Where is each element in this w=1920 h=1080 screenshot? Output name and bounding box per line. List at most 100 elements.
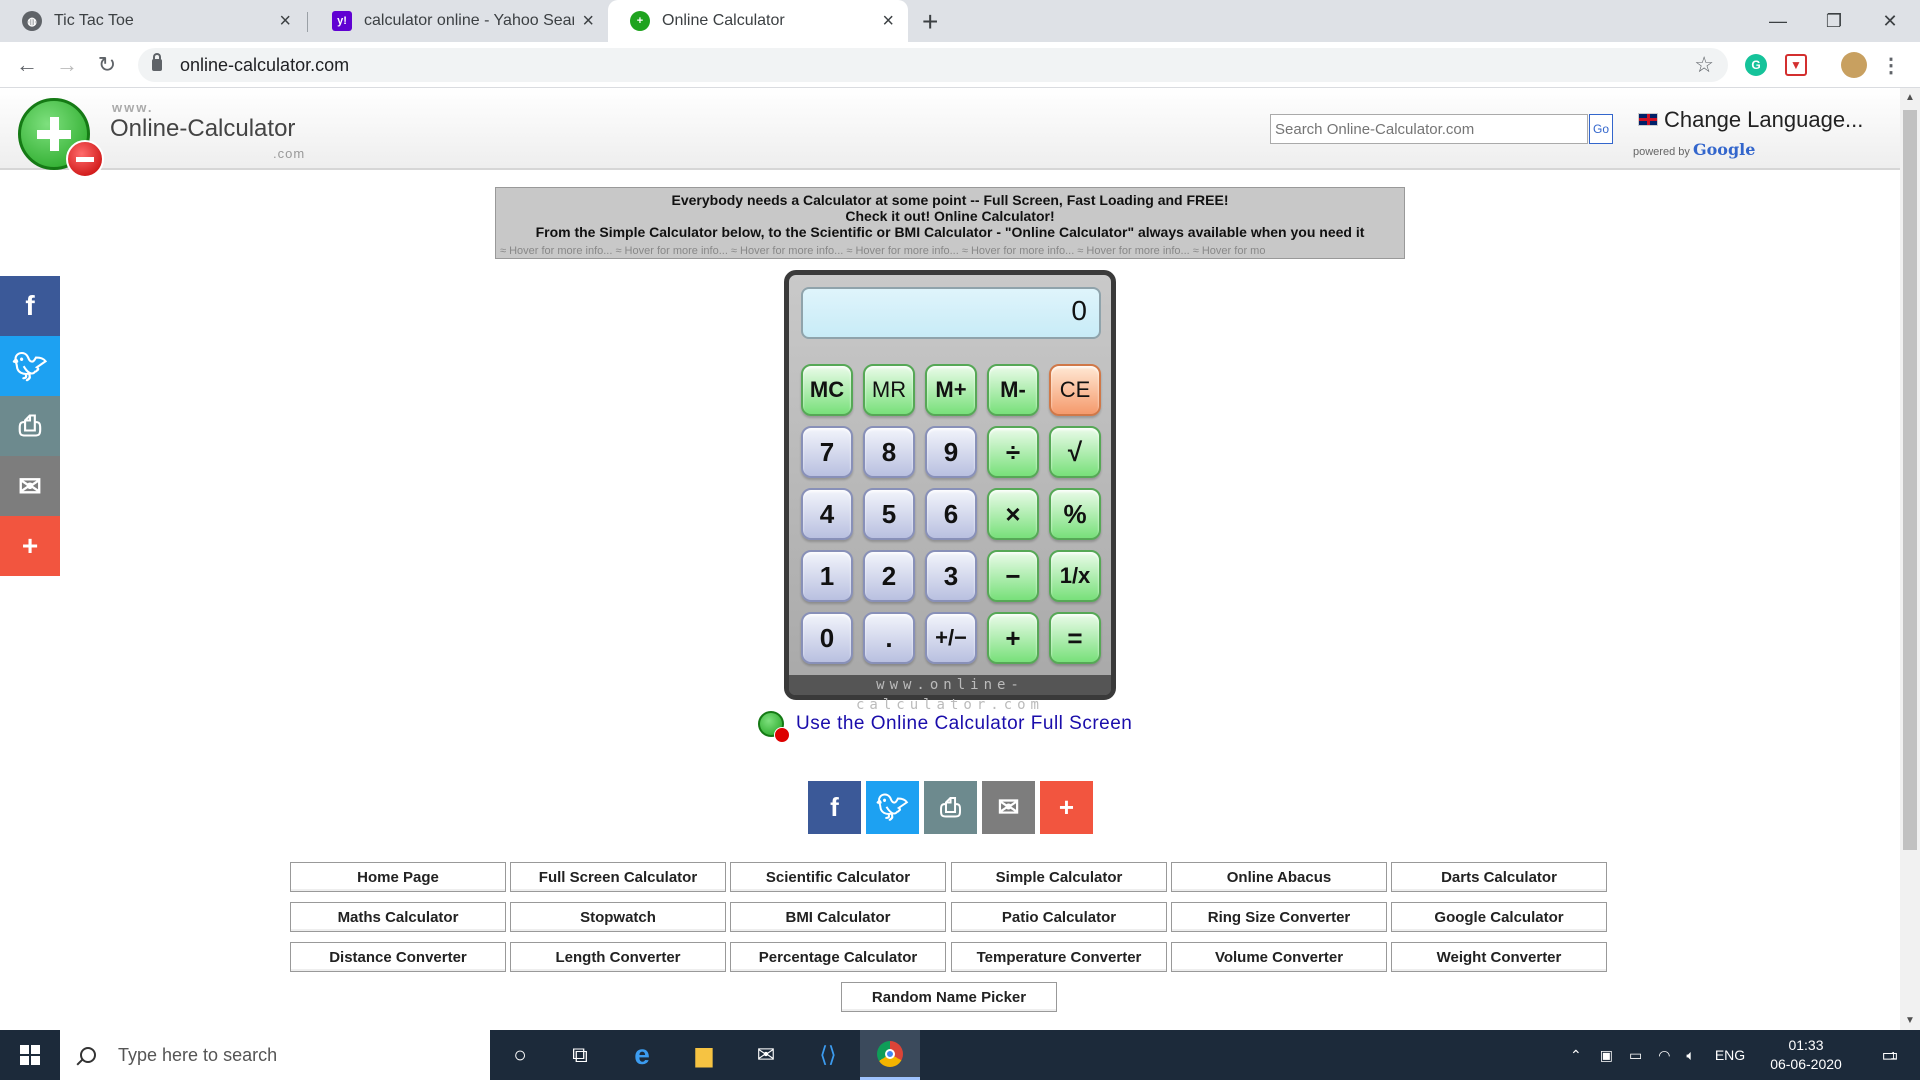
key-5[interactable]: 5	[863, 488, 915, 540]
file-explorer-icon[interactable]: ▆	[674, 1030, 734, 1080]
email-share-button[interactable]: ✉	[982, 781, 1035, 834]
back-icon[interactable]: ←	[12, 50, 42, 80]
facebook-share-button[interactable]: f	[808, 781, 861, 834]
key-8[interactable]: 8	[863, 426, 915, 478]
taskbar-clock[interactable]: 01:33 06-06-2020	[1766, 1036, 1846, 1074]
tab-online-calculator[interactable]: + Online Calculator ×	[608, 0, 908, 42]
scrollbar-thumb[interactable]	[1903, 110, 1917, 850]
page-scrollbar[interactable]: ▲ ▼	[1900, 88, 1920, 1030]
profile-avatar[interactable]	[1841, 52, 1867, 78]
decimal-button[interactable]: .	[863, 612, 915, 664]
link-patio-calculator[interactable]: Patio Calculator	[951, 902, 1167, 932]
percent-button[interactable]: %	[1049, 488, 1101, 540]
key-0[interactable]: 0	[801, 612, 853, 664]
key-9[interactable]: 9	[925, 426, 977, 478]
m-plus-button[interactable]: M+	[925, 364, 977, 416]
link-ring-size-converter[interactable]: Ring Size Converter	[1171, 902, 1387, 932]
promo-banner[interactable]: Everybody needs a Calculator at some poi…	[495, 187, 1405, 259]
email-share-button[interactable]: ✉	[0, 456, 60, 516]
search-go-button[interactable]: Go	[1589, 114, 1613, 144]
url-field[interactable]: online-calculator.com ☆	[138, 48, 1728, 82]
scroll-down-icon[interactable]: ▼	[1905, 1015, 1915, 1026]
change-language-link[interactable]: Change Language...	[1664, 107, 1863, 133]
task-view-icon[interactable]: ⧉	[550, 1030, 610, 1080]
scroll-up-icon[interactable]: ▲	[1905, 92, 1915, 103]
equals-button[interactable]: =	[1049, 612, 1101, 664]
close-icon[interactable]: ×	[582, 10, 594, 33]
m-minus-button[interactable]: M-	[987, 364, 1039, 416]
battery-icon[interactable]: ▭	[1629, 1047, 1642, 1064]
minimize-icon[interactable]: —	[1748, 0, 1808, 42]
fullscreen-link[interactable]: Use the Online Calculator Full Screen	[758, 711, 1132, 743]
vscode-icon[interactable]: ⟨⟩	[798, 1030, 858, 1080]
notifications-icon[interactable]: ▭ 1	[1860, 1030, 1920, 1080]
show-hidden-icons-icon[interactable]: ⌃	[1570, 1047, 1582, 1064]
cortana-icon[interactable]: ○	[490, 1030, 550, 1080]
link-google-calculator[interactable]: Google Calculator	[1391, 902, 1607, 932]
meet-now-icon[interactable]: ▣	[1600, 1047, 1613, 1064]
site-search-input[interactable]	[1270, 114, 1588, 144]
print-button[interactable]: ⎙	[924, 781, 977, 834]
more-share-button[interactable]: +	[1040, 781, 1093, 834]
key-2[interactable]: 2	[863, 550, 915, 602]
mc-button[interactable]: MC	[801, 364, 853, 416]
link-length-converter[interactable]: Length Converter	[510, 942, 726, 972]
link-maths-calculator[interactable]: Maths Calculator	[290, 902, 506, 932]
key-3[interactable]: 3	[925, 550, 977, 602]
key-6[interactable]: 6	[925, 488, 977, 540]
menu-dots-icon[interactable]: ⋮	[1880, 54, 1902, 77]
negate-button[interactable]: +/−	[925, 612, 977, 664]
close-icon[interactable]: ×	[279, 10, 291, 33]
close-icon[interactable]: ×	[882, 10, 894, 33]
mr-button[interactable]: MR	[863, 364, 915, 416]
link-stopwatch[interactable]: Stopwatch	[510, 902, 726, 932]
link-bmi-calculator[interactable]: BMI Calculator	[730, 902, 946, 932]
link-darts-calculator[interactable]: Darts Calculator	[1391, 862, 1607, 892]
mail-icon[interactable]: ✉	[736, 1030, 796, 1080]
pocket-icon[interactable]: ▼	[1785, 54, 1807, 76]
maximize-icon[interactable]: ❐	[1804, 0, 1864, 42]
wifi-icon[interactable]: ◠	[1658, 1047, 1670, 1064]
multiply-button[interactable]: ×	[987, 488, 1039, 540]
close-window-icon[interactable]: ✕	[1860, 0, 1920, 42]
facebook-share-button[interactable]: f	[0, 276, 60, 336]
link-full-screen-calculator[interactable]: Full Screen Calculator	[510, 862, 726, 892]
key-7[interactable]: 7	[801, 426, 853, 478]
bookmark-star-icon[interactable]: ☆	[1694, 52, 1714, 78]
link-simple-calculator[interactable]: Simple Calculator	[951, 862, 1167, 892]
link-temperature-converter[interactable]: Temperature Converter	[951, 942, 1167, 972]
link-scientific-calculator[interactable]: Scientific Calculator	[730, 862, 946, 892]
new-tab-button[interactable]: +	[922, 6, 938, 38]
reciprocal-button[interactable]: 1/x	[1049, 550, 1101, 602]
link-weight-converter[interactable]: Weight Converter	[1391, 942, 1607, 972]
sqrt-button[interactable]: √	[1049, 426, 1101, 478]
start-button[interactable]	[0, 1030, 60, 1080]
taskbar-search-box[interactable]: Type here to search	[60, 1030, 490, 1080]
key-1[interactable]: 1	[801, 550, 853, 602]
link-random-name-picker[interactable]: Random Name Picker	[841, 982, 1057, 1012]
ce-button[interactable]: CE	[1049, 364, 1101, 416]
social-sidebar: f 🐦︎ ⎙ ✉ +	[0, 276, 60, 576]
tab-yahoo-search[interactable]: y! calculator online - Yahoo Search R ×	[310, 0, 608, 42]
link-distance-converter[interactable]: Distance Converter	[290, 942, 506, 972]
link-online-abacus[interactable]: Online Abacus	[1171, 862, 1387, 892]
link-volume-converter[interactable]: Volume Converter	[1171, 942, 1387, 972]
more-share-button[interactable]: +	[0, 516, 60, 576]
forward-icon[interactable]: →	[52, 50, 82, 80]
link-percentage-calculator[interactable]: Percentage Calculator	[730, 942, 946, 972]
print-button[interactable]: ⎙	[0, 396, 60, 456]
volume-icon[interactable]: 🔈︎	[1686, 1047, 1694, 1064]
tab-tic-tac-toe[interactable]: ◍ Tic Tac Toe ×	[0, 0, 305, 42]
link-home-page[interactable]: Home Page	[290, 862, 506, 892]
edge-icon[interactable]: e	[612, 1030, 672, 1080]
divide-button[interactable]: ÷	[987, 426, 1039, 478]
language-indicator[interactable]: ENG	[1715, 1047, 1745, 1063]
grammarly-icon[interactable]: G	[1745, 54, 1767, 76]
twitter-share-button[interactable]: 🐦︎	[0, 336, 60, 396]
add-button[interactable]: +	[987, 612, 1039, 664]
twitter-share-button[interactable]: 🐦︎	[866, 781, 919, 834]
subtract-button[interactable]: −	[987, 550, 1039, 602]
chrome-icon[interactable]	[860, 1030, 920, 1080]
key-4[interactable]: 4	[801, 488, 853, 540]
reload-icon[interactable]: ↻	[92, 50, 122, 80]
